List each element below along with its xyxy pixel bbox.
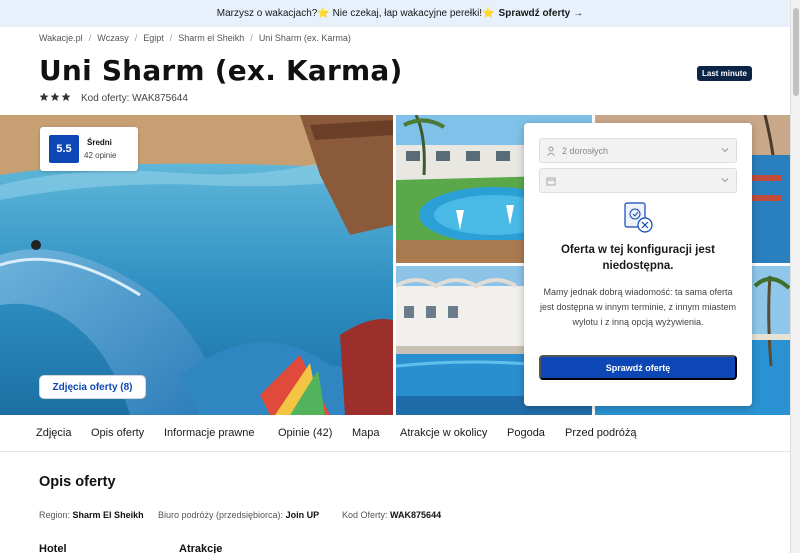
rating-label: Średni xyxy=(87,138,112,147)
region-info: Region: Sharm El Sheikh xyxy=(39,510,144,520)
chevron-down-icon xyxy=(721,146,729,156)
promo-banner[interactable]: Marzysz o wakacjach?⭐ Nie czekaj, łap wa… xyxy=(0,0,800,27)
star-icon xyxy=(50,92,60,101)
breadcrumb-item-current: Uni Sharm (ex. Karma) xyxy=(258,33,351,43)
tab-opinie[interactable]: Opinie (42) xyxy=(278,427,332,439)
date-select[interactable] xyxy=(539,168,737,193)
breadcrumb-item-home[interactable]: Wakacje.pl xyxy=(39,33,83,43)
code-value: WAK875644 xyxy=(390,510,442,520)
breadcrumb-item-region[interactable]: Sharm el Sheikh xyxy=(178,33,244,43)
person-icon xyxy=(546,146,556,156)
tab-mapa[interactable]: Mapa xyxy=(352,427,380,439)
page-title: Uni Sharm (ex. Karma) xyxy=(39,54,403,87)
calendar-icon xyxy=(546,176,556,186)
booking-panel: 2 dorosłych Oferta w tej konfiguracji je… xyxy=(524,123,752,406)
code-label: Kod Oferty: xyxy=(342,510,388,520)
section-title-opis: Opis oferty xyxy=(39,474,116,490)
code-info: Kod Oferty: WAK875644 xyxy=(342,510,441,520)
chevron-down-icon xyxy=(721,176,729,186)
offer-code: Kod oferty: WAK875644 xyxy=(81,93,188,104)
promo-cta-link[interactable]: Sprawdź oferty xyxy=(499,8,571,19)
tab-przed-podroza[interactable]: Przed podróżą xyxy=(565,427,637,439)
rating-score: 5.5 xyxy=(49,135,79,163)
guests-select[interactable]: 2 dorosłych xyxy=(539,138,737,163)
agency-label: Biuro podróży (przedsiębiorca): xyxy=(158,510,284,520)
agency-value: Join UP xyxy=(285,510,320,520)
breadcrumb-separator: / xyxy=(134,33,138,43)
arrow-right-icon: → xyxy=(573,8,584,19)
tab-pogoda[interactable]: Pogoda xyxy=(507,427,545,439)
unavailable-title: Oferta w tej konfiguracji jest niedostęp… xyxy=(560,244,715,272)
region-value: Sharm El Sheikh xyxy=(72,510,144,520)
guests-value: 2 dorosłych xyxy=(562,145,609,156)
breadcrumb-item-wczasy[interactable]: Wczasy xyxy=(97,33,129,43)
tab-informacje-prawne[interactable]: Informacje prawne xyxy=(164,427,255,439)
unavailable-text: Mamy jednak dobrą wiadomość: ta sama ofe… xyxy=(539,287,737,327)
rating-card[interactable]: 5.5 Średni 42 opinie xyxy=(40,127,138,171)
star-icon xyxy=(61,92,71,101)
scrollbar-thumb[interactable] xyxy=(793,8,799,96)
star-icon xyxy=(39,92,49,101)
section-tabs: Zdjęcia Opis oferty Informacje prawne Op… xyxy=(0,415,790,452)
promo-text: Marzysz o wakacjach?⭐ Nie czekaj, łap wa… xyxy=(216,8,495,19)
breadcrumb-separator: / xyxy=(88,33,92,43)
subheading-hotel: Hotel xyxy=(39,543,67,553)
subheading-atrakcje: Atrakcje xyxy=(179,543,223,553)
breadcrumb-separator: / xyxy=(250,33,253,43)
tab-atrakcje[interactable]: Atrakcje w okolicy xyxy=(400,427,487,439)
breadcrumb-separator: / xyxy=(169,33,173,43)
rating-count: 42 opinie xyxy=(84,151,117,160)
tab-zdjecia[interactable]: Zdjęcia xyxy=(36,427,71,439)
check-offer-button[interactable]: Sprawdź ofertę xyxy=(539,355,737,380)
page-scrollbar[interactable] xyxy=(790,0,800,553)
breadcrumb-item-egipt[interactable]: Egipt xyxy=(143,33,164,43)
hotel-stars xyxy=(39,92,71,102)
agency-info: Biuro podróży (przedsiębiorca): Join UP xyxy=(158,510,319,520)
breadcrumb: Wakacje.pl / Wczasy / Egipt / Sharm el S… xyxy=(39,33,351,43)
offer-unavailable-icon xyxy=(621,201,655,240)
region-label: Region: xyxy=(39,510,71,520)
last-minute-badge: Last minute xyxy=(697,66,752,81)
photos-button[interactable]: Zdjęcia oferty (8) xyxy=(39,375,146,399)
tab-opis-oferty[interactable]: Opis oferty xyxy=(91,427,144,439)
